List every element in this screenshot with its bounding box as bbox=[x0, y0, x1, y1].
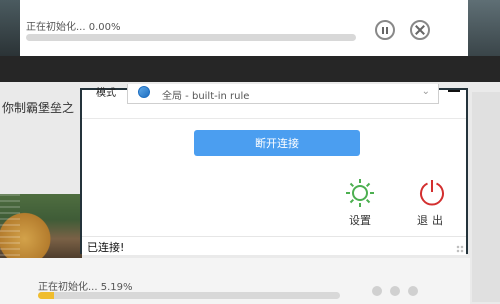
status-bar: 已连接! bbox=[82, 236, 466, 255]
ghost-icon bbox=[372, 286, 382, 296]
vpn-popup: 模式 全局 - built-in rule ⌄ 断开连接 设置 退出 已连接! bbox=[80, 84, 468, 255]
top-progress-track bbox=[26, 34, 356, 41]
logout-label: 退出 bbox=[417, 214, 447, 227]
download-card-bottom: 正在初始化... 5.19% bbox=[0, 258, 470, 304]
pause-button[interactable] bbox=[375, 20, 395, 40]
node-select[interactable]: 全局 - built-in rule ⌄ bbox=[127, 84, 439, 104]
close-button[interactable] bbox=[410, 20, 430, 40]
bottom-progress-fill bbox=[38, 292, 54, 299]
popup-divider bbox=[82, 118, 466, 119]
disconnect-button[interactable]: 断开连接 bbox=[194, 130, 360, 156]
chevron-down-icon: ⌄ bbox=[421, 86, 430, 97]
mode-label: 模式 bbox=[96, 88, 116, 99]
game-screenshot bbox=[0, 194, 82, 258]
bottom-progress-track bbox=[38, 292, 340, 299]
settings-label: 设置 bbox=[349, 214, 371, 227]
top-right-image bbox=[468, 0, 500, 56]
logout-button[interactable]: 退出 bbox=[410, 176, 454, 227]
ghost-icon bbox=[408, 286, 418, 296]
header-band bbox=[0, 56, 500, 82]
bottom-action-icons bbox=[372, 286, 442, 298]
bottom-progress-text: 正在初始化... 5.19% bbox=[38, 282, 133, 293]
settings-button[interactable]: 设置 bbox=[340, 176, 380, 227]
download-thumbnail bbox=[0, 0, 20, 56]
ghost-icon bbox=[390, 286, 400, 296]
resize-grip[interactable] bbox=[456, 245, 464, 253]
connection-status: 已连接! bbox=[87, 241, 125, 254]
globe-icon bbox=[138, 86, 150, 98]
node-select-value: 全局 - built-in rule bbox=[162, 91, 250, 102]
gear-icon bbox=[346, 179, 374, 207]
popup-header: 模式 全局 - built-in rule ⌄ bbox=[82, 84, 466, 118]
minimize-icon[interactable] bbox=[448, 90, 460, 100]
right-panel bbox=[472, 92, 500, 302]
game-title: 你制霸堡垒之 bbox=[2, 101, 75, 115]
top-progress-text: 正在初始化... 0.00% bbox=[26, 22, 121, 33]
power-icon bbox=[420, 180, 444, 206]
download-card-top: 正在初始化... 0.00% bbox=[0, 0, 468, 56]
